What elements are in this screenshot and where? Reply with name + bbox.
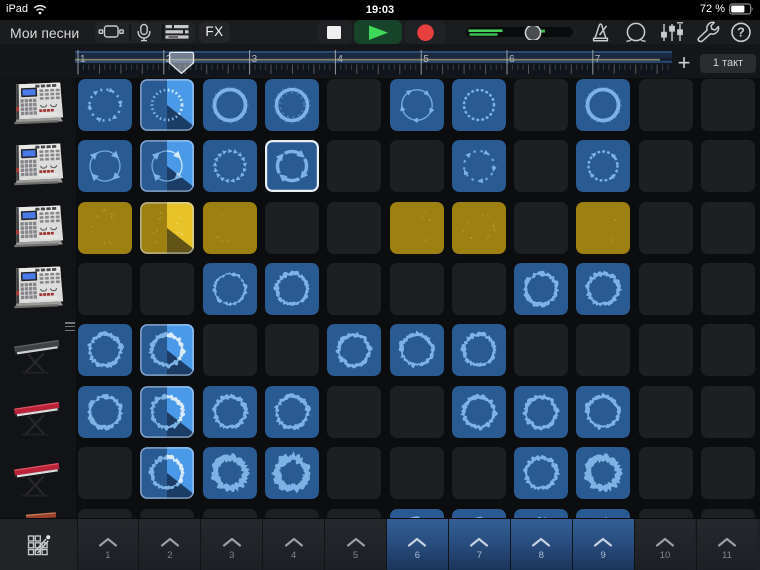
svg-text:?: ? — [737, 26, 745, 40]
svg-text:5: 5 — [423, 54, 429, 65]
svg-text:1: 1 — [80, 54, 86, 65]
svg-text:7: 7 — [595, 54, 601, 65]
svg-text:6: 6 — [509, 54, 515, 65]
svg-text:4: 4 — [337, 54, 343, 65]
svg-text:3: 3 — [252, 54, 258, 65]
